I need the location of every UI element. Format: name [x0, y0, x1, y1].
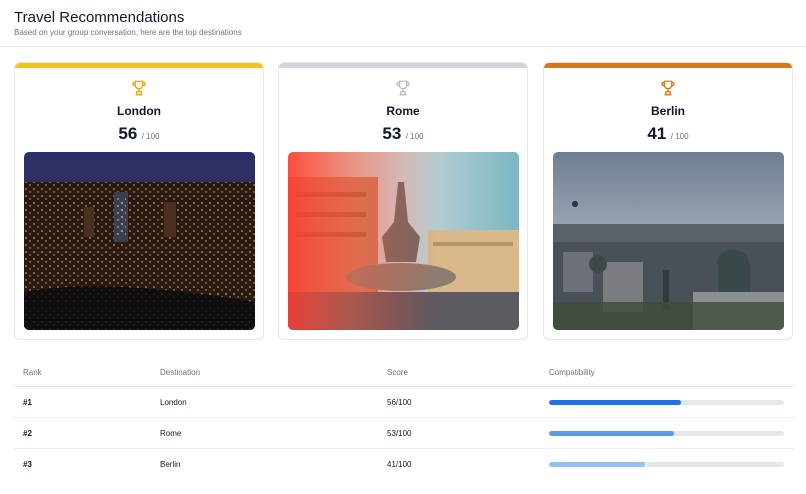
- destination-cell: Berlin: [160, 460, 181, 469]
- berlin-photo: [553, 152, 784, 330]
- card-score-value: 53: [382, 124, 402, 143]
- recommendations-table: Rank Destination Score Compatibility #1 …: [14, 358, 794, 480]
- page-header: Travel Recommendations Based on your gro…: [0, 0, 806, 47]
- card-score-max: / 100: [405, 132, 424, 141]
- column-header-destination[interactable]: Destination: [160, 368, 200, 377]
- card-score-value: 41: [647, 124, 667, 143]
- trophy-icon: [132, 80, 146, 96]
- card-score: 56 / 100: [15, 124, 263, 144]
- page-subtitle: Based on your group conversation, here a…: [14, 28, 242, 37]
- card-city-name: Rome: [386, 104, 420, 118]
- score-cell: 41/100: [387, 460, 412, 469]
- compatibility-fill: [549, 462, 646, 467]
- card-score: 53 / 100: [279, 124, 527, 144]
- page-title: Travel Recommendations: [14, 9, 185, 26]
- trophy-icon: [661, 80, 675, 96]
- destination-card-london[interactable]: London 56 / 100: [14, 62, 264, 340]
- table-row[interactable]: #1 London 56/100: [14, 387, 794, 418]
- card-score-max: / 100: [141, 132, 160, 141]
- table-header: Rank Destination Score Compatibility: [14, 358, 794, 387]
- rank-cell: #1: [23, 398, 32, 407]
- card-score: 41 / 100: [544, 124, 792, 144]
- destination-card-rome[interactable]: Rome 53 / 100: [278, 62, 528, 340]
- rome-photo: [288, 152, 519, 330]
- compatibility-bar: [549, 400, 784, 405]
- compatibility-bar: [549, 462, 784, 467]
- table-row[interactable]: #2 Rome 53/100: [14, 418, 794, 449]
- card-accent-bar: [544, 63, 792, 68]
- table-row[interactable]: #3 Berlin 41/100: [14, 449, 794, 480]
- card-accent-bar: [15, 63, 263, 68]
- trophy-icon: [396, 80, 410, 96]
- destination-cell: Rome: [160, 429, 182, 438]
- london-photo: [24, 152, 255, 330]
- card-city-name: Berlin: [650, 104, 685, 118]
- card-score-value: 56: [118, 124, 138, 143]
- compatibility-fill: [549, 431, 674, 436]
- destination-cell: London: [160, 398, 187, 407]
- score-cell: 56/100: [387, 398, 412, 407]
- rank-cell: #3: [23, 460, 32, 469]
- compatibility-fill: [549, 400, 681, 405]
- column-header-score[interactable]: Score: [387, 368, 408, 377]
- compatibility-bar: [549, 431, 784, 436]
- column-header-rank[interactable]: Rank: [23, 368, 42, 377]
- card-accent-bar: [279, 63, 527, 68]
- card-score-max: / 100: [670, 132, 689, 141]
- column-header-compatibility[interactable]: Compatibility: [549, 368, 595, 377]
- destination-card-berlin[interactable]: Berlin 41 / 100: [543, 62, 793, 340]
- card-city-name: London: [117, 104, 161, 118]
- rank-cell: #2: [23, 429, 32, 438]
- score-cell: 53/100: [387, 429, 412, 438]
